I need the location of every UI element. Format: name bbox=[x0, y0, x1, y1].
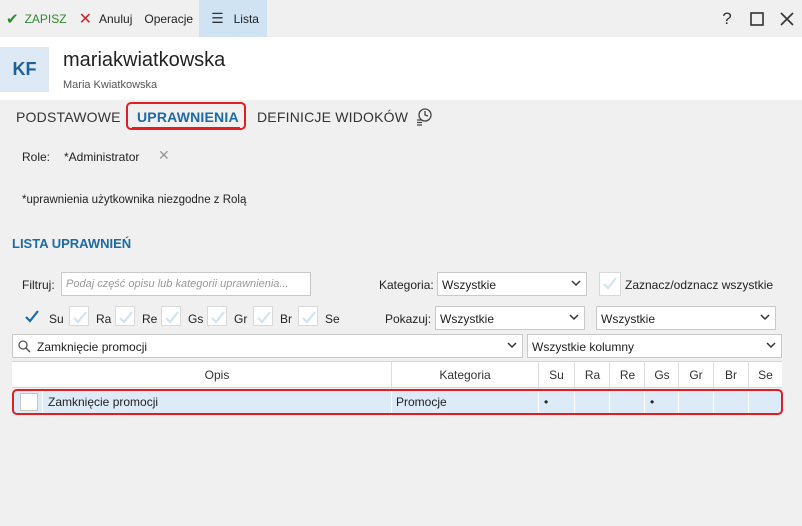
col-header-gs[interactable]: Gs bbox=[645, 368, 679, 382]
check-icon bbox=[165, 311, 179, 324]
filter-label: Filtruj: bbox=[22, 278, 55, 292]
operations-button[interactable]: Operacje bbox=[138, 0, 199, 37]
category-label: Kategoria: bbox=[379, 278, 434, 292]
maximize-icon bbox=[750, 11, 764, 26]
show-value-2: Wszystkie bbox=[601, 312, 655, 326]
flag-checkbox-gs[interactable] bbox=[161, 306, 181, 326]
avatar: KF bbox=[0, 47, 49, 92]
username: mariakwiatkowska bbox=[63, 49, 226, 71]
window-close-icon bbox=[780, 11, 794, 26]
tab-highlight-box bbox=[126, 102, 246, 130]
col-header-se[interactable]: Se bbox=[749, 368, 782, 382]
full-name: Maria Kwiatkowska bbox=[63, 79, 158, 91]
chevron-down-icon bbox=[571, 280, 581, 287]
flag-checkbox-re[interactable] bbox=[115, 306, 135, 326]
search-combo[interactable]: Zamknięcie promocji bbox=[12, 334, 523, 358]
cancel-button[interactable]: ✕ Anuluj bbox=[73, 0, 139, 37]
search-value: Zamknięcie promocji bbox=[37, 340, 148, 354]
flag-label-re: Re bbox=[142, 312, 158, 326]
col-header-su[interactable]: Su bbox=[539, 368, 574, 382]
row-highlight-box bbox=[12, 389, 783, 415]
check-icon bbox=[603, 277, 617, 290]
history-icon[interactable] bbox=[414, 106, 434, 126]
filter-input[interactable]: Podaj część opisu lub kategorii uprawnie… bbox=[61, 272, 311, 296]
checkmark-icon: ✔ bbox=[6, 10, 19, 28]
flag-checkbox-su[interactable] bbox=[22, 306, 42, 326]
check-icon bbox=[257, 311, 271, 324]
show-label: Pokazuj: bbox=[385, 312, 432, 326]
list-button[interactable]: ☰ Lista bbox=[199, 0, 267, 37]
save-button[interactable]: ✔ ZAPISZ bbox=[0, 0, 73, 37]
check-icon bbox=[119, 311, 133, 324]
mismatch-note: *uprawnienia użytkownika niezgodne z Rol… bbox=[22, 194, 247, 206]
list-label: Lista bbox=[233, 11, 259, 26]
roles-value: *Administrator bbox=[64, 150, 140, 164]
flag-checkbox-ra[interactable] bbox=[69, 306, 89, 326]
chevron-down-icon bbox=[766, 342, 776, 349]
col-header-br[interactable]: Br bbox=[714, 368, 748, 382]
col-header-re[interactable]: Re bbox=[610, 368, 645, 382]
chevron-down-icon bbox=[569, 314, 579, 321]
col-header-kategoria[interactable]: Kategoria bbox=[392, 368, 538, 382]
tab-definicje-widokow[interactable]: DEFINICJE WIDOKÓW bbox=[257, 109, 408, 125]
toggle-all-label: Zaznacz/odznacz wszystkie bbox=[625, 278, 774, 292]
grid-header: Opis Kategoria Su Ra Re Gs Gr Br Se bbox=[12, 361, 782, 389]
flag-label-su: Su bbox=[49, 312, 64, 326]
columns-value: Wszystkie kolumny bbox=[532, 340, 635, 354]
check-icon bbox=[25, 310, 39, 323]
toolbar: ✔ ZAPISZ ✕ Anuluj Operacje ☰ Lista ? bbox=[0, 0, 802, 37]
category-value: Wszystkie bbox=[442, 278, 496, 292]
window-close-button[interactable] bbox=[772, 0, 802, 37]
maximize-button[interactable] bbox=[742, 0, 772, 37]
chevron-down-icon bbox=[760, 314, 770, 321]
tab-bar: PODSTAWOWE UPRAWNIENIA DEFINICJE WIDOKÓW bbox=[0, 100, 802, 132]
flag-label-gr: Gr bbox=[234, 312, 248, 326]
flag-label-br: Br bbox=[280, 312, 292, 326]
flag-checkbox-br[interactable] bbox=[253, 306, 273, 326]
flag-checkbox-se[interactable] bbox=[298, 306, 318, 326]
save-label: ZAPISZ bbox=[24, 11, 67, 26]
help-icon: ? bbox=[722, 8, 732, 28]
filter-placeholder: Podaj część opisu lub kategorii uprawnie… bbox=[66, 278, 289, 290]
col-header-ra[interactable]: Ra bbox=[575, 368, 610, 382]
window-controls: ? bbox=[712, 0, 802, 37]
show-select[interactable]: Wszystkie bbox=[435, 306, 585, 330]
category-select[interactable]: Wszystkie bbox=[437, 272, 587, 296]
remove-role-icon[interactable]: ✕ bbox=[158, 148, 170, 162]
flag-label-gs: Gs bbox=[188, 312, 204, 326]
col-header-gr[interactable]: Gr bbox=[679, 368, 713, 382]
flag-checkbox-gr[interactable] bbox=[207, 306, 227, 326]
flag-label-se: Se bbox=[325, 312, 340, 326]
col-header-opis[interactable]: Opis bbox=[42, 368, 392, 382]
close-icon: ✕ bbox=[78, 10, 92, 28]
cancel-label: Anuluj bbox=[99, 11, 133, 26]
check-icon bbox=[73, 311, 87, 324]
tab-podstawowe[interactable]: PODSTAWOWE bbox=[16, 109, 121, 125]
search-icon bbox=[18, 340, 31, 353]
flag-label-ra: Ra bbox=[96, 312, 112, 326]
columns-select[interactable]: Wszystkie kolumny bbox=[527, 334, 782, 358]
operations-label: Operacje bbox=[144, 11, 194, 26]
toggle-all-checkbox[interactable] bbox=[599, 272, 621, 296]
section-title: LISTA UPRAWNIEŃ bbox=[12, 236, 132, 251]
permissions-panel: Role: *Administrator ✕ *uprawnienia użyt… bbox=[0, 132, 802, 526]
chevron-down-icon bbox=[507, 342, 517, 349]
menu-icon: ☰ bbox=[211, 10, 224, 26]
show-value: Wszystkie bbox=[440, 312, 494, 326]
check-icon bbox=[302, 311, 316, 324]
show-select-2[interactable]: Wszystkie bbox=[596, 306, 776, 330]
roles-label: Role: bbox=[22, 150, 51, 164]
check-icon bbox=[211, 311, 225, 324]
help-button[interactable]: ? bbox=[712, 0, 742, 37]
user-header: KF mariakwiatkowska Maria Kwiatkowska bbox=[0, 37, 802, 100]
